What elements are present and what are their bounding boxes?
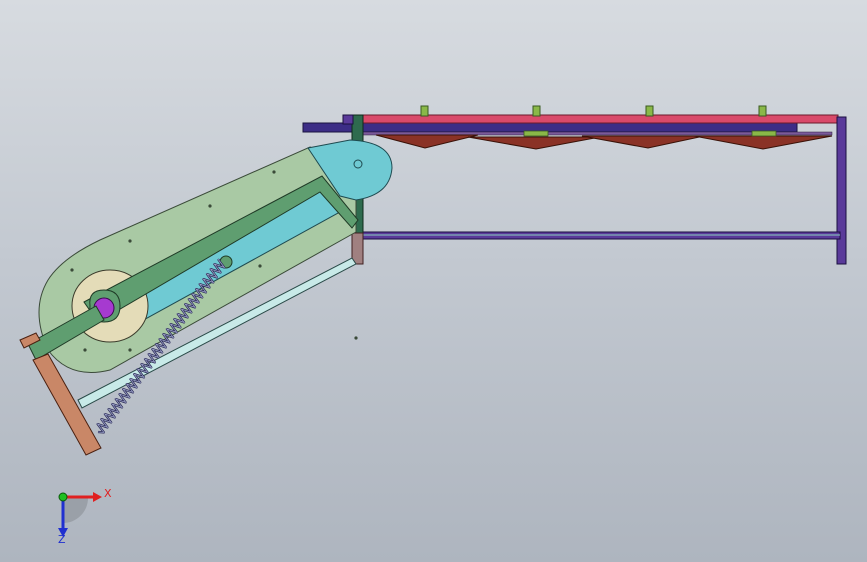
axis-triad: X Z [58, 487, 112, 546]
x-axis-arrowhead [93, 492, 102, 502]
triad-quarter-shade [63, 498, 88, 523]
frame-right-post [836, 116, 847, 265]
frame-left-upright-foot [351, 232, 364, 265]
blade-post-1 [420, 105, 429, 117]
frame-top-blue-bar [302, 122, 798, 133]
blade-post-4 [758, 105, 767, 117]
upright-pivot [353, 159, 363, 169]
y-axis-origin [58, 492, 68, 502]
cad-viewport[interactable]: X Z [0, 0, 867, 562]
z-axis-label: Z [58, 533, 66, 546]
cutter-blades [375, 134, 833, 150]
blade-post-3 [645, 105, 654, 117]
x-axis-label: X [104, 487, 112, 500]
blade-post-2 [532, 105, 541, 117]
frame-left-cap [342, 114, 354, 125]
